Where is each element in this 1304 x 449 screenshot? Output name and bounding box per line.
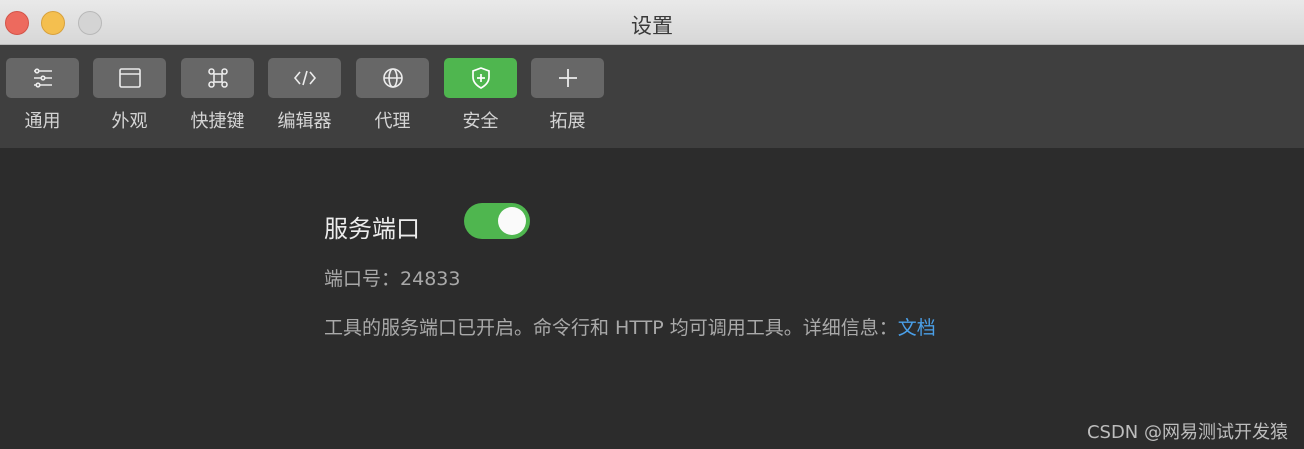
globe-icon xyxy=(382,68,403,88)
security-panel: 服务端口 端口号：24833 工具的服务端口已开启。命令行和 HTTP 均可调用… xyxy=(0,148,1304,449)
tab-extensions-label: 拓展 xyxy=(549,111,586,132)
tab-editor-label: 编辑器 xyxy=(277,111,332,132)
tab-extensions-button[interactable] xyxy=(531,58,604,98)
tab-general[interactable]: 通用 xyxy=(6,58,79,133)
documentation-link[interactable]: 文档 xyxy=(898,317,936,339)
sliders-icon xyxy=(33,68,52,88)
tab-security-button[interactable] xyxy=(444,58,517,98)
tab-shortcuts[interactable]: 快捷键 xyxy=(181,58,254,133)
watermark: CSDN @网易测试开发猿 xyxy=(1086,422,1288,443)
tab-security[interactable]: 安全 xyxy=(444,58,517,133)
service-port-toggle[interactable] xyxy=(464,203,530,239)
tab-general-label: 通用 xyxy=(24,111,61,132)
toggle-knob xyxy=(498,207,526,235)
window-icon xyxy=(118,68,141,88)
service-info-text: 工具的服务端口已开启。命令行和 HTTP 均可调用工具。详细信息：文档 xyxy=(324,313,936,340)
settings-window: 设置 通用 外观 快捷键 编辑器 代理 安全 拓展 服务端口 端口号：24833… xyxy=(0,0,1304,449)
command-key-icon xyxy=(207,68,228,88)
tab-shortcuts-button[interactable] xyxy=(181,58,254,98)
port-number-line: 端口号：24833 xyxy=(324,264,460,291)
port-number-label: 端口号： xyxy=(324,268,401,290)
tab-appearance-button[interactable] xyxy=(93,58,166,98)
tab-editor[interactable]: 编辑器 xyxy=(268,58,341,133)
tab-proxy[interactable]: 代理 xyxy=(356,58,429,133)
window-title: 设置 xyxy=(631,14,673,38)
code-icon xyxy=(293,70,316,86)
service-port-title: 服务端口 xyxy=(324,215,420,243)
tab-appearance-label: 外观 xyxy=(111,111,148,132)
tab-security-label: 安全 xyxy=(462,111,499,132)
tab-general-button[interactable] xyxy=(6,58,79,98)
title-bar: 设置 xyxy=(0,0,1304,45)
tab-editor-button[interactable] xyxy=(268,58,341,98)
tab-shortcuts-label: 快捷键 xyxy=(190,111,245,132)
tab-appearance[interactable]: 外观 xyxy=(93,58,166,133)
tab-proxy-button[interactable] xyxy=(356,58,429,98)
tab-extensions[interactable]: 拓展 xyxy=(531,58,604,133)
port-number-value: 24833 xyxy=(400,268,461,290)
service-info-description: 工具的服务端口已开启。命令行和 HTTP 均可调用工具。详细信息： xyxy=(324,317,898,339)
preferences-toolbar: 通用 外观 快捷键 编辑器 代理 安全 拓展 xyxy=(0,45,1304,148)
plus-icon xyxy=(558,69,577,87)
shield-icon xyxy=(471,67,490,89)
tab-proxy-label: 代理 xyxy=(374,111,411,132)
